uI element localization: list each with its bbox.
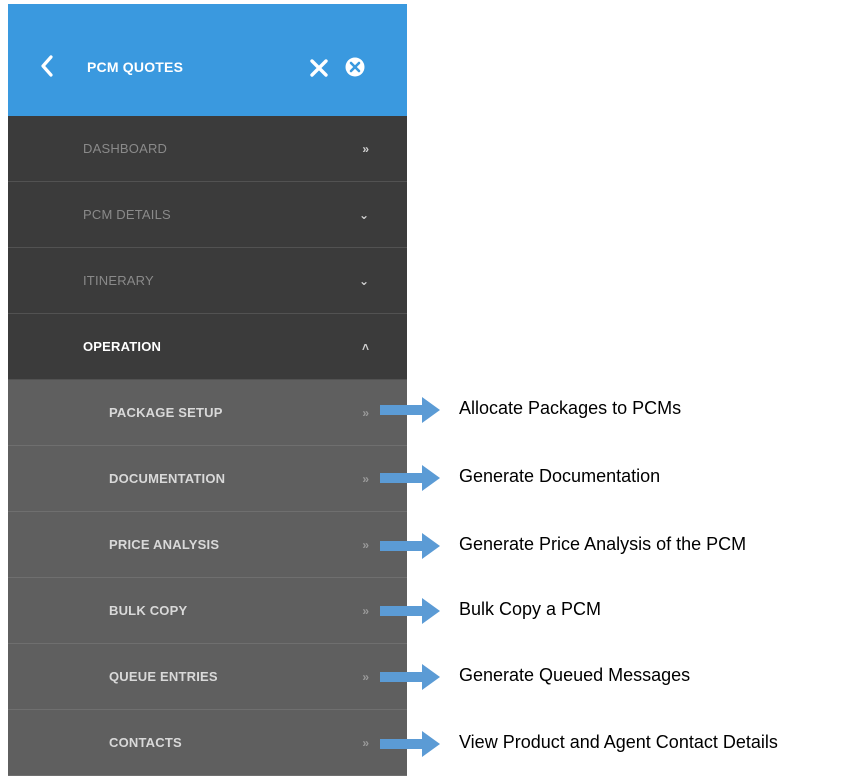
callout-text: Allocate Packages to PCMs xyxy=(459,398,682,418)
arrow-right-icon xyxy=(380,664,440,690)
callout-text: Generate Queued Messages xyxy=(459,665,691,685)
callout-text: Bulk Copy a PCM xyxy=(459,599,602,619)
arrow-right-icon xyxy=(380,598,440,624)
callout-text: Generate Price Analysis of the PCM xyxy=(459,534,747,554)
arrow-right-icon xyxy=(380,397,440,423)
callout-text: View Product and Agent Contact Details xyxy=(459,732,778,752)
callout-text: Generate Documentation xyxy=(459,466,661,486)
arrow-right-icon xyxy=(380,465,440,491)
arrow-right-icon xyxy=(380,533,440,559)
arrow-right-icon xyxy=(380,731,440,757)
annotations: Allocate Packages to PCMs Generate Docum… xyxy=(0,0,861,775)
